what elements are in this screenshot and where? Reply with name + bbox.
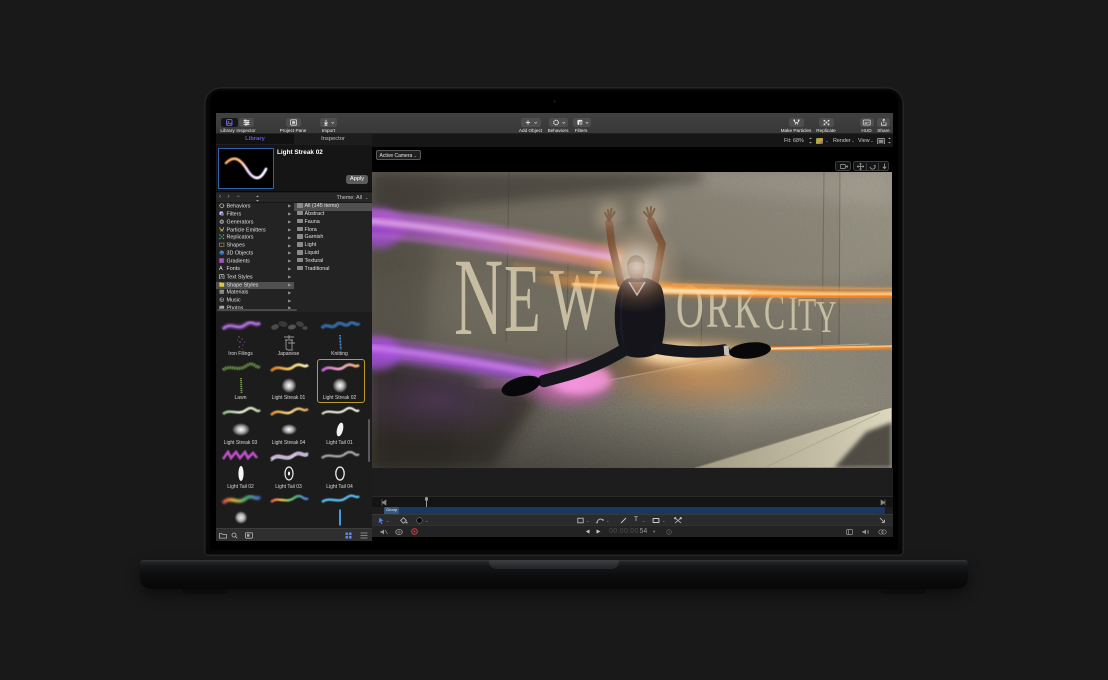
svg-text:A: A <box>220 274 223 279</box>
svg-text:E: E <box>504 246 541 353</box>
svg-text:N: N <box>454 235 503 358</box>
